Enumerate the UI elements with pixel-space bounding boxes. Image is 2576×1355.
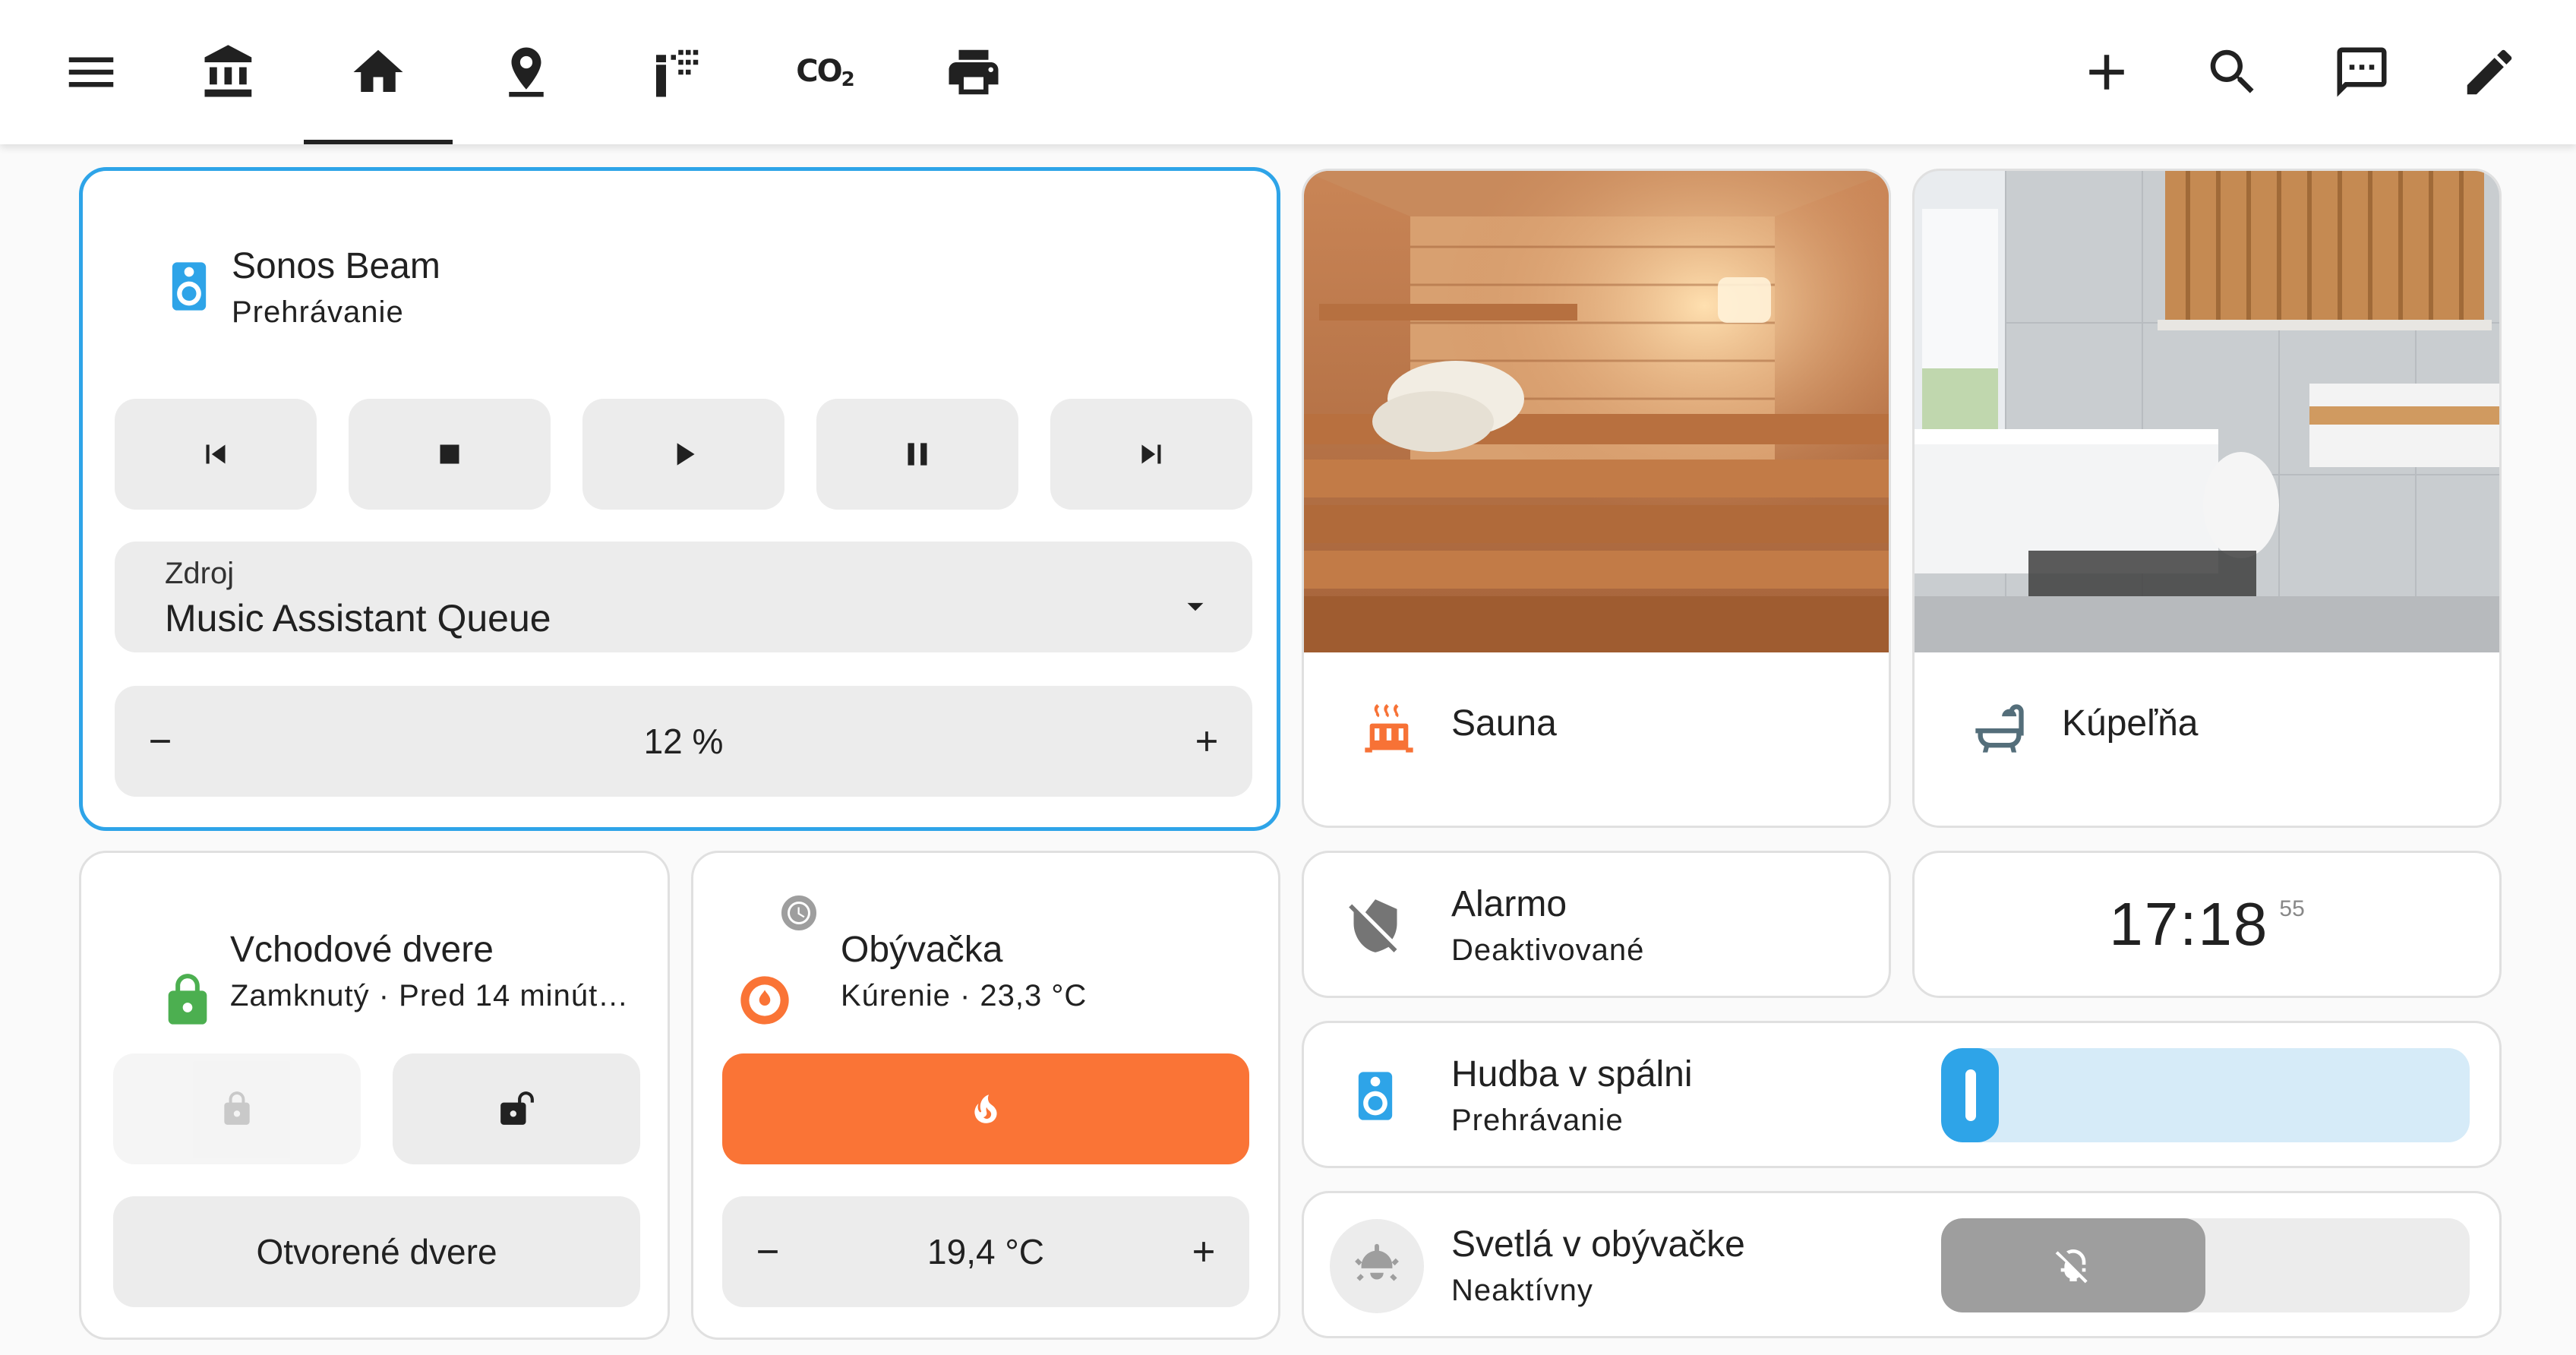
area-name-sauna: Sauna [1451, 703, 1557, 744]
fire-icon [974, 1094, 997, 1123]
volume-value: 12 % [643, 722, 724, 761]
speaker-icon[interactable] [1330, 1050, 1421, 1142]
shield-off-icon[interactable] [1330, 880, 1421, 971]
lock-state: Zamknutý · Pred 14 minút… [230, 979, 630, 1012]
spray-icon[interactable] [638, 34, 714, 110]
lights-toggle-knob[interactable] [1941, 1218, 2205, 1312]
map-marker-icon[interactable] [488, 34, 564, 110]
open-door-label: Otvorené dvere [256, 1232, 497, 1271]
media-state: Prehrávanie [232, 295, 404, 329]
alarm-title: Alarmo [1451, 884, 1567, 924]
lock-title: Vchodové dvere [230, 930, 494, 970]
thermostat-icon[interactable] [719, 955, 810, 1046]
source-select[interactable]: Zdroj Music Assistant Queue [115, 542, 1252, 652]
target-temperature-value: 19,4 °C [927, 1232, 1044, 1271]
lights-icon-button[interactable] [1330, 1219, 1424, 1313]
clock-card: 17:18 55 [1912, 851, 2502, 998]
area-card-bathroom[interactable]: Kúpeľňa [1912, 169, 2502, 828]
printer-icon[interactable] [936, 34, 1012, 110]
assist-icon[interactable] [2324, 34, 2400, 110]
sauna-image [1304, 171, 1889, 652]
lock-icon [224, 1091, 250, 1125]
temperature-up-button[interactable] [1158, 1196, 1249, 1307]
plus-icon [1197, 731, 1217, 751]
lock-button[interactable] [113, 1053, 361, 1164]
active-tab-indicator [304, 140, 453, 144]
volume-up-button[interactable] [1161, 686, 1252, 797]
bedroom-media-title: Hudba v spálni [1451, 1054, 1693, 1094]
lights-state: Neaktívny [1451, 1274, 1593, 1307]
lock-open-icon [500, 1091, 534, 1125]
lights-title: Svetlá v obývačke [1451, 1224, 1745, 1265]
area-name-bathroom: Kúpeľňa [2062, 703, 2199, 744]
unlock-button[interactable] [393, 1053, 640, 1164]
heat-mode-button[interactable] [722, 1053, 1249, 1164]
pause-button[interactable] [816, 399, 1018, 510]
bathtub-icon [1954, 683, 2045, 774]
target-temperature-control: 19,4 °C [722, 1196, 1249, 1307]
stop-button[interactable] [349, 399, 551, 510]
pause-icon [908, 443, 927, 466]
volume-slider[interactable] [1941, 1048, 2470, 1142]
bathroom-image [1915, 171, 2499, 652]
alarm-card[interactable]: Alarmo Deaktivované [1302, 851, 1891, 998]
search-icon[interactable] [2195, 34, 2271, 110]
skip-previous-icon [206, 444, 226, 464]
source-label: Zdroj [165, 557, 235, 590]
media-title: Sonos Beam [232, 246, 440, 286]
pencil-icon[interactable] [2451, 34, 2527, 110]
clock-seconds: 55 [2279, 896, 2305, 921]
co2-icon[interactable]: CO2 [787, 34, 863, 110]
alarm-state: Deaktivované [1451, 933, 1645, 967]
temperature-down-button[interactable] [722, 1196, 813, 1307]
open-door-button[interactable]: Otvorené dvere [113, 1196, 640, 1307]
speaker-icon[interactable] [144, 241, 235, 332]
climate-state: Kúrenie · 23,3 °C [841, 979, 1088, 1012]
ceiling-light-icon [1355, 1243, 1399, 1281]
media-player-card: Sonos Beam Prehrávanie Zdroj Music Assis… [79, 167, 1280, 831]
next-track-button[interactable] [1050, 399, 1252, 510]
lights-toggle[interactable] [1941, 1218, 2470, 1312]
volume-slider-handle[interactable] [1965, 1069, 1976, 1121]
bedroom-media-state: Prehrávanie [1451, 1104, 1624, 1137]
volume-control: 12 % [115, 686, 1252, 797]
play-icon [677, 443, 695, 466]
schedule-icon [778, 892, 819, 933]
menu-icon[interactable] [53, 34, 129, 110]
stop-icon [440, 444, 459, 464]
previous-track-button[interactable] [115, 399, 317, 510]
home-icon[interactable] [340, 34, 416, 110]
light-off-icon [2055, 1249, 2088, 1284]
clock-time: 17:18 [2109, 890, 2269, 958]
minus-icon [758, 1250, 778, 1253]
lock-card: Vchodové dvere Zamknutý · Pred 14 minút…… [79, 851, 670, 1340]
bank-icon[interactable] [191, 34, 267, 110]
skip-next-icon [1141, 444, 1161, 464]
plus-icon [1194, 1242, 1214, 1262]
play-button[interactable] [582, 399, 784, 510]
area-card-sauna[interactable]: Sauna [1302, 169, 1891, 828]
climate-title: Obývačka [841, 930, 1003, 970]
dropdown-arrow-icon [1187, 602, 1204, 611]
volume-down-button[interactable] [115, 686, 206, 797]
plus-icon[interactable] [2069, 34, 2145, 110]
lock-icon[interactable] [142, 955, 233, 1046]
minus-icon [150, 740, 170, 743]
radiator-icon [1343, 683, 1435, 774]
source-value: Music Assistant Queue [165, 597, 551, 640]
top-toolbar: CO2 [0, 0, 2576, 144]
climate-card: Obývačka Kúrenie · 23,3 °C 19,4 °C [691, 851, 1280, 1340]
